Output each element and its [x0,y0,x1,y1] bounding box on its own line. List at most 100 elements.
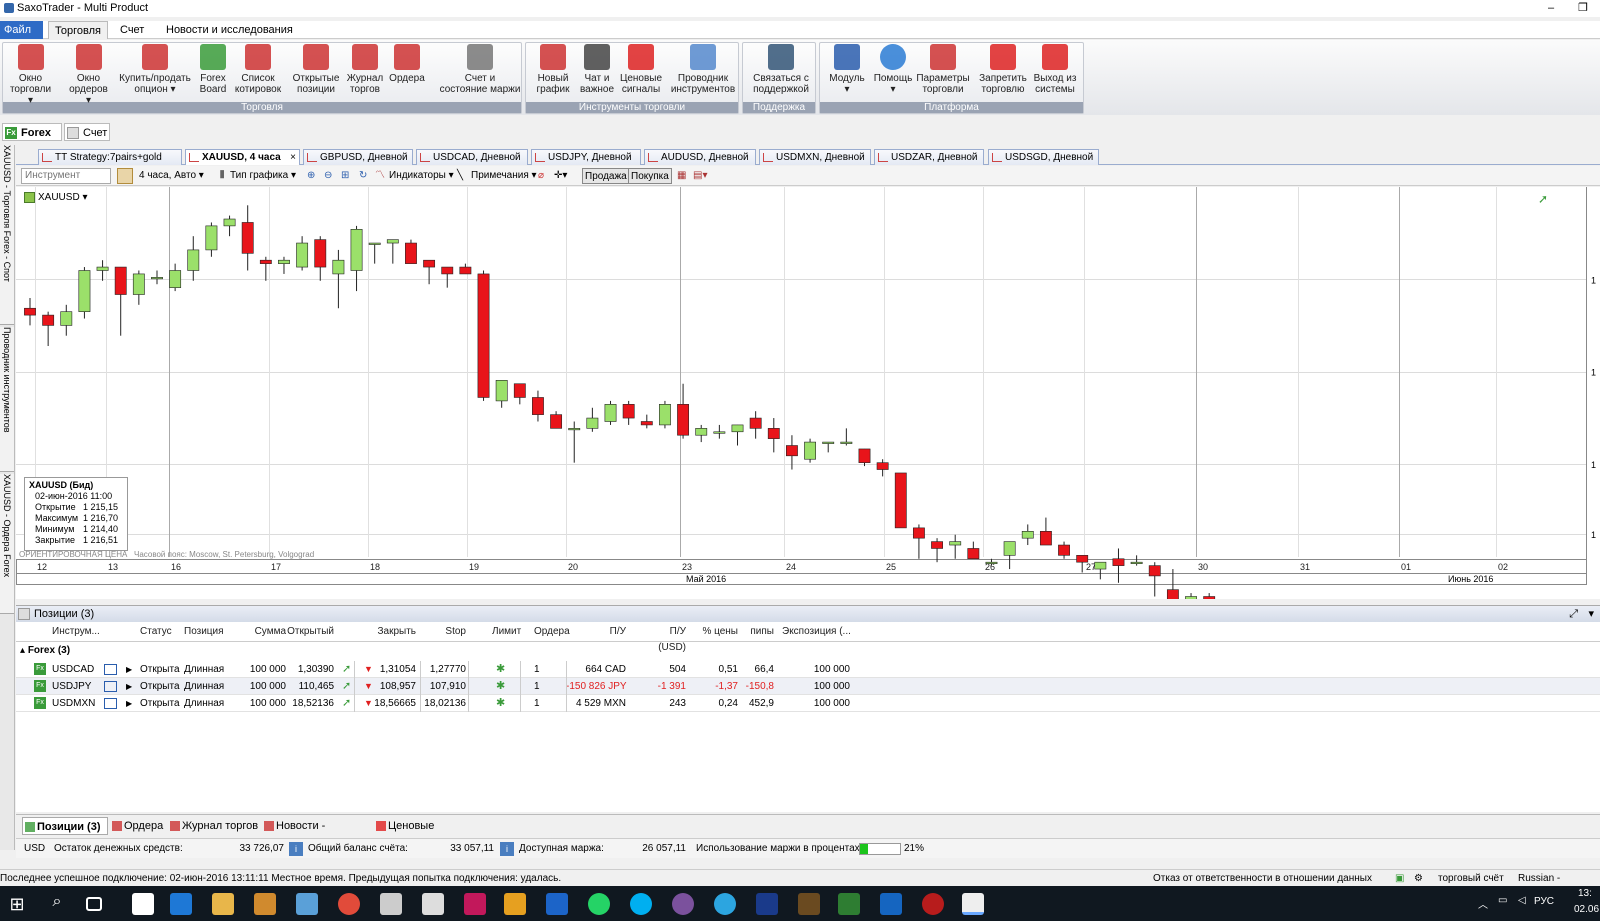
app-icon[interactable] [838,893,860,915]
logout-button[interactable]: Выход из системы [1030,44,1080,95]
candle[interactable] [296,242,309,268]
vtab-orders[interactable]: XAUUSD - Ордера Forex [0,474,14,614]
chart-tab[interactable]: GBPUSD, Дневной [303,149,413,165]
store-icon[interactable] [132,893,154,915]
candle[interactable] [876,462,889,470]
candle[interactable] [223,218,236,227]
workspace-tab-account[interactable]: Счет [64,123,110,141]
candle[interactable] [568,428,581,431]
candle[interactable] [459,266,472,275]
maximize-button[interactable]: ❐ [1568,0,1598,17]
forex-board-button[interactable]: Forex Board [198,44,228,95]
candle[interactable] [949,541,962,546]
candle[interactable] [1148,565,1161,577]
media-icon[interactable] [504,893,526,915]
candle[interactable] [622,404,635,419]
app-icon[interactable] [380,893,402,915]
candle[interactable] [767,428,780,439]
position-row[interactable]: Fx ▶ USDJPY Открыта Длинная 100 000 110,465 108… [16,678,1600,695]
orders-window-button[interactable]: Окно ордеров ▾ [66,44,111,106]
sell-button[interactable]: Продажа [582,168,630,184]
candle[interactable] [1166,589,1179,599]
column-header[interactable]: Ордера [534,624,570,640]
candle[interactable] [24,307,36,316]
viber-icon[interactable] [672,893,694,915]
candle[interactable] [659,404,671,426]
instrument-explorer-button[interactable]: Проводник инструментов [665,44,741,95]
limit-icon[interactable]: ✱ [496,695,505,712]
column-header[interactable]: Stop [436,624,466,640]
chart-tab[interactable]: USDZAR, Дневной [874,149,984,165]
chart-tab[interactable]: AUDUSD, Дневной [644,149,756,165]
zoom-in-icon[interactable]: ⊕ [307,168,315,184]
refresh-icon[interactable]: ↻ [359,168,367,184]
info-icon[interactable]: i [500,842,514,856]
chart-tab[interactable]: USDCAD, Дневной [416,149,528,165]
candle[interactable] [985,561,998,564]
position-row[interactable]: Fx ▶ USDMXN Открыта Длинная 100 000 18,52136 18… [16,695,1600,712]
buy-sell-option-button[interactable]: Купить/продать опцион ▾ [117,44,193,95]
candle[interactable] [405,242,417,264]
chart-tab[interactable]: TT Strategy:7pairs+gold [38,149,182,165]
chart-instrument-selector[interactable]: XAUUSD ▾ [24,192,87,203]
candle[interactable] [550,414,563,429]
bottom-tab[interactable]: Новости - XAUUSD [262,817,372,850]
price-chart[interactable]: 12 13 16 17 18 19 20 23 24 25 26 27 30 31 01 02 Май 2016… [16,187,1600,599]
tab-trade[interactable]: Торговля [48,21,108,39]
candle[interactable] [1185,596,1197,599]
minimize-button[interactable]: – [1536,0,1566,17]
candle[interactable] [1130,561,1143,564]
vtab-instrument-explorer[interactable]: Проводник инструментов [0,327,14,472]
module-button[interactable]: Модуль ▾ [826,44,868,95]
candle[interactable] [640,421,653,426]
column-header[interactable]: Статус [140,624,172,640]
candle[interactable] [241,222,254,254]
candle[interactable] [1039,531,1052,546]
drawing-tool-icon[interactable] [117,168,133,184]
column-header[interactable]: П/У (USD) [642,624,686,653]
bottom-tab[interactable]: Ордера [110,817,166,835]
candle[interactable] [60,311,73,326]
position-row[interactable]: Fx ▶ USDCAD Открыта Длинная 100 000 1,30390 1,3… [16,661,1600,678]
calculator-icon[interactable] [422,893,444,915]
open-positions-button[interactable]: Открытые позиции [290,44,342,95]
candle[interactable] [96,266,109,271]
chart-export-icon[interactable]: ▤▾ [693,168,707,184]
buy-button[interactable]: Покупка [628,168,672,184]
candle[interactable] [350,229,363,271]
rplus-icon[interactable] [546,893,568,915]
telegram-icon[interactable] [714,893,736,915]
eraser-icon[interactable]: ⌀ [538,168,544,184]
trading-window-button[interactable]: Окно торговли ▾ [8,44,53,106]
task-view-icon[interactable] [86,897,102,911]
save-icon[interactable] [756,893,778,915]
column-header[interactable]: пипы [740,624,774,640]
candle[interactable] [477,273,490,398]
chat-button[interactable]: Чат и важное [577,44,617,95]
candle[interactable] [586,417,599,429]
chart-link-icon[interactable] [104,681,117,692]
candle[interactable] [278,259,290,264]
candle[interactable] [495,380,508,402]
maximize-panel-icon[interactable]: ⤢ [1569,606,1578,622]
group-row-forex[interactable]: ▴ Forex (3) [20,643,70,659]
expand-icon[interactable]: ▶ [126,678,132,695]
expand-icon[interactable]: ▶ [126,661,132,678]
candle[interactable] [532,397,544,415]
candle[interactable] [151,277,163,280]
candle[interactable] [677,404,690,436]
file-menu[interactable]: Файл ▾ [0,21,43,54]
tab-account[interactable]: Счет [114,21,150,39]
contact-support-button[interactable]: Связаться с поддержкой [748,44,814,95]
column-header[interactable]: Лимит [492,624,521,640]
trade-log-button[interactable]: Журнал торгов [345,44,385,95]
app-icon[interactable] [798,893,820,915]
expand-icon[interactable]: ▶ [126,695,132,712]
candle[interactable] [931,541,943,549]
column-header[interactable]: Позиция [184,624,224,640]
candle[interactable] [1003,541,1016,556]
chart-settings-icon[interactable]: ▦ [677,168,686,184]
help-button[interactable]: Помощь ▾ [872,44,914,95]
start-icon[interactable]: ⊞ [6,893,28,915]
tray-arrow-icon[interactable]: ︿ [1478,896,1488,911]
